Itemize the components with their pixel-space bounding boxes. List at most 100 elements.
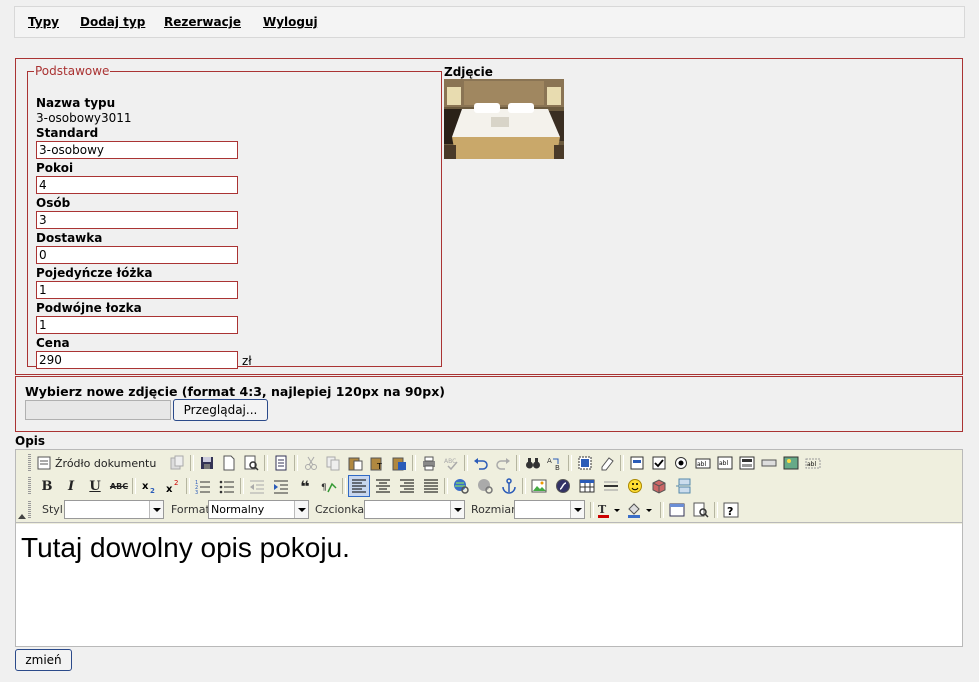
chevron-down-icon: [149, 501, 163, 518]
align-right-icon: [400, 479, 414, 493]
copy-button[interactable]: [322, 452, 344, 474]
show-blocks-button[interactable]: [690, 499, 712, 521]
align-center-button[interactable]: [372, 475, 394, 497]
table-button[interactable]: [576, 475, 598, 497]
smiley-button[interactable]: [624, 475, 646, 497]
persons-input[interactable]: 3: [36, 211, 238, 229]
select-all-button[interactable]: [574, 452, 596, 474]
paste-word-button[interactable]: [388, 452, 410, 474]
svg-text:abl: abl: [697, 461, 706, 468]
print-icon: [423, 456, 435, 471]
text-color-icon: T: [598, 503, 620, 518]
save-button[interactable]: [196, 452, 218, 474]
collapse-toolbar-icon[interactable]: [18, 514, 26, 519]
flash-button[interactable]: [552, 475, 574, 497]
about-button[interactable]: ?: [720, 499, 742, 521]
double-beds-input[interactable]: 1: [36, 316, 238, 334]
spellcheck-button[interactable]: ABC: [440, 452, 462, 474]
remove-format-button[interactable]: [596, 452, 618, 474]
image-button-field[interactable]: [780, 452, 802, 474]
price-input[interactable]: 290: [36, 351, 238, 369]
horizontal-rule-button[interactable]: [600, 475, 622, 497]
checkbox-button[interactable]: [648, 452, 670, 474]
link-button[interactable]: [450, 475, 472, 497]
maximize-button[interactable]: [666, 499, 688, 521]
paste-text-button[interactable]: T: [366, 452, 388, 474]
anchor-button[interactable]: [498, 475, 520, 497]
submit-button[interactable]: zmień: [15, 649, 72, 671]
textfield-button[interactable]: abl: [692, 452, 714, 474]
image-button[interactable]: [528, 475, 550, 497]
toolbar-separator: [714, 502, 718, 518]
radio-button[interactable]: [670, 452, 692, 474]
paste-button[interactable]: [344, 452, 366, 474]
nav-link-add-type[interactable]: Dodaj typ: [80, 15, 145, 29]
div-container-button[interactable]: ¶: [318, 475, 340, 497]
toolbar-grip: [28, 501, 31, 519]
double-beds-label: Podwójne łozka: [36, 301, 142, 315]
room-type-form: Podstawowe Nazwa typu 3-osobowy3011 Stan…: [15, 58, 963, 375]
room-photo-image: [444, 79, 564, 159]
browse-button[interactable]: Przeglądaj...: [173, 399, 268, 421]
text-color-button[interactable]: T: [596, 499, 624, 521]
button-field-button[interactable]: [758, 452, 780, 474]
superscript-button[interactable]: x2: [162, 475, 184, 497]
bold-button[interactable]: B: [36, 475, 58, 497]
basic-fieldset: Podstawowe Nazwa typu 3-osobowy3011 Stan…: [27, 64, 442, 369]
new-page-icon: [223, 455, 235, 471]
nav-link-logout[interactable]: Wyloguj: [263, 15, 318, 29]
underline-button[interactable]: U: [84, 475, 106, 497]
editor-content-area[interactable]: Tutaj dowolny opis pokoju.: [16, 524, 962, 646]
single-beds-input[interactable]: 1: [36, 281, 238, 299]
standard-input[interactable]: 3-osobowy: [36, 141, 238, 159]
numbered-list-button[interactable]: 123: [192, 475, 214, 497]
replace-button[interactable]: AB: [544, 452, 566, 474]
size-combo[interactable]: [514, 500, 585, 519]
indent-button[interactable]: [270, 475, 292, 497]
bulleted-list-button[interactable]: [216, 475, 238, 497]
font-combo[interactable]: [364, 500, 465, 519]
outdent-button[interactable]: [246, 475, 268, 497]
templates-button[interactable]: [270, 452, 292, 474]
find-button[interactable]: [522, 452, 544, 474]
svg-text:abl: abl: [807, 461, 816, 468]
rooms-input[interactable]: 4: [36, 176, 238, 194]
form-button[interactable]: [626, 452, 648, 474]
justify-button[interactable]: [420, 475, 442, 497]
cut-button[interactable]: [300, 452, 322, 474]
svg-text:¶: ¶: [321, 483, 327, 493]
unlink-button[interactable]: [474, 475, 496, 497]
nav-link-types[interactable]: Typy: [28, 15, 59, 29]
source-button[interactable]: Źródło dokumentu: [36, 452, 168, 474]
align-right-button[interactable]: [396, 475, 418, 497]
subscript-button[interactable]: x2: [138, 475, 160, 497]
file-path-input[interactable]: [25, 400, 171, 420]
style-combo[interactable]: [64, 500, 164, 519]
textarea-button[interactable]: abl: [714, 452, 736, 474]
background-color-button[interactable]: [626, 499, 656, 521]
select-field-button[interactable]: [736, 452, 758, 474]
toolbar-separator: [190, 455, 194, 471]
toolbar-separator: [568, 455, 572, 471]
template-button[interactable]: [166, 452, 188, 474]
align-left-button[interactable]: [348, 475, 370, 497]
redo-button[interactable]: [492, 452, 514, 474]
toolbar-separator: [186, 478, 190, 494]
extra-bed-input[interactable]: 0: [36, 246, 238, 264]
new-page-button[interactable]: [218, 452, 240, 474]
textarea-icon: abl: [717, 456, 733, 470]
undo-button[interactable]: [470, 452, 492, 474]
special-char-button[interactable]: [648, 475, 670, 497]
italic-button[interactable]: I: [60, 475, 82, 497]
print-button[interactable]: [418, 452, 440, 474]
nav-link-reservations[interactable]: Rezerwacje: [164, 15, 241, 29]
preview-button[interactable]: [240, 452, 262, 474]
hidden-field-button[interactable]: abl: [802, 452, 824, 474]
font-combo-label: Czcionka: [315, 503, 365, 516]
page-break-button[interactable]: [672, 475, 694, 497]
strikethrough-button[interactable]: ABC: [108, 475, 130, 497]
blockquote-button[interactable]: ❝: [294, 475, 316, 497]
form-icon: [630, 456, 644, 470]
format-combo[interactable]: Normalny: [208, 500, 309, 519]
div-container-icon: ¶: [321, 482, 337, 493]
